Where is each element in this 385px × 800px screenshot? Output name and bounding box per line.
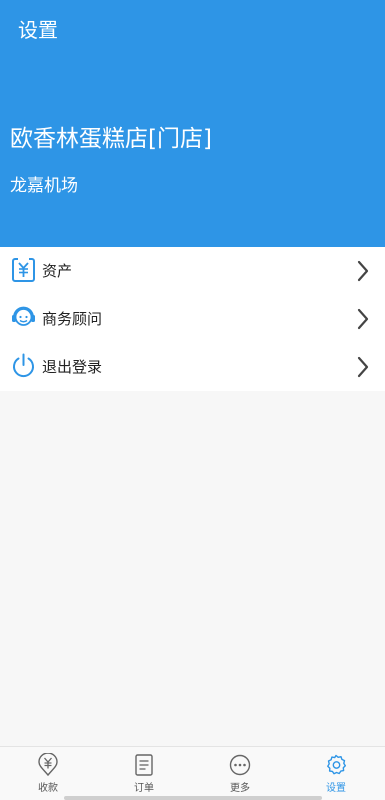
gear-icon [327,754,346,775]
settings-menu: 资产 商务顾问 退出登录 [0,247,385,391]
tab-orders[interactable]: 订单 [96,747,192,800]
menu-item-label: 商务顾问 [42,310,103,328]
store-header: 欧香林蛋糕店[门店] 龙嘉机场 [0,60,385,247]
more-dots-icon [229,754,251,776]
menu-item-advisor[interactable]: 商务顾问 [0,295,385,343]
store-location: 龙嘉机场 [10,176,78,196]
menu-item-label: 资产 [42,262,73,280]
headset-advisor-icon [12,306,35,326]
chevron-right-icon [357,308,369,330]
tab-label: 更多 [230,783,250,794]
menu-item-label: 退出登录 [42,358,103,376]
chevron-right-icon [357,260,369,282]
tab-collect[interactable]: 收款 [0,747,96,800]
document-icon [135,754,153,776]
menu-item-assets[interactable]: 资产 [0,247,385,295]
title-bar: 设置 [0,0,385,60]
home-indicator[interactable] [64,796,322,800]
app-screen: 设置 欧香林蛋糕店[门店] 龙嘉机场 资产 商务顾问 退出登录 收款 订单 更多… [0,0,385,800]
bottom-tab-bar: 收款 订单 更多 设置 [0,746,385,800]
chevron-right-icon [357,356,369,378]
page-title: 设置 [18,18,58,42]
wallet-yuan-icon [12,258,35,282]
yuan-location-icon [38,753,58,777]
tab-more[interactable]: 更多 [192,747,288,800]
tab-label: 收款 [38,783,58,794]
tab-settings[interactable]: 设置 [288,747,384,800]
tab-label: 设置 [326,783,346,794]
tab-label: 订单 [134,783,154,794]
menu-item-logout[interactable]: 退出登录 [0,343,385,391]
store-name: 欧香林蛋糕店[门店] [10,126,212,152]
power-icon [13,353,34,378]
